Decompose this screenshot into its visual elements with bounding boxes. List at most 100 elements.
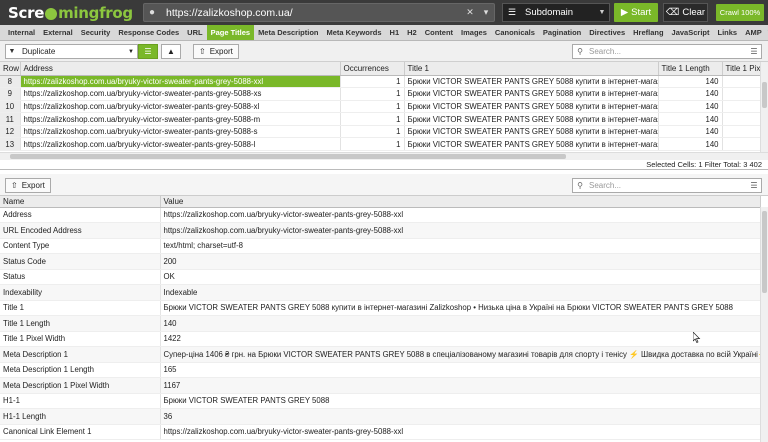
cell-value[interactable]: 165 — [160, 362, 761, 378]
detail-vertical-scrollbar[interactable] — [760, 207, 768, 442]
cell-value[interactable]: 140 — [160, 315, 761, 332]
table-row[interactable]: 9 https://zalizkoshop.com.ua/bryuky-victo… — [0, 87, 761, 101]
grid-horizontal-scrollbar[interactable] — [0, 152, 768, 160]
cell-occurrences[interactable]: 1 — [340, 112, 405, 126]
cell-name[interactable]: Indexability — [0, 284, 161, 301]
tab-h1[interactable]: H1 — [386, 25, 404, 40]
cell-value[interactable]: Брюки VICTOR SWEATER PANTS GREY 5088 — [160, 393, 761, 409]
column-header[interactable]: Name — [0, 196, 161, 208]
table-row[interactable]: Meta Description 1 Pixel Width 1167 — [0, 377, 761, 394]
cell-name[interactable]: H1-1 — [0, 393, 161, 409]
table-row[interactable]: 13 https://zalizkoshop.com.ua/bryuky-vict… — [0, 137, 761, 152]
tab-meta-description[interactable]: Meta Description — [254, 25, 322, 40]
column-header[interactable]: Title 1 — [404, 62, 659, 76]
cell-row[interactable]: 12 — [0, 125, 21, 139]
cell-value[interactable]: text/html; charset=utf-8 — [160, 238, 761, 254]
table-row[interactable]: Address https://zalizkoshop.com.ua/bryuky… — [0, 207, 761, 223]
cell-row[interactable]: 8 — [0, 75, 21, 89]
grid-vertical-scrollbar[interactable] — [760, 62, 768, 152]
column-header[interactable]: Row — [0, 62, 21, 76]
table-row[interactable]: Title 1 Брюки VICTOR SWEATER PANTS GREY 5… — [0, 300, 761, 316]
cell-name[interactable]: Meta Description 1 — [0, 346, 161, 363]
cell-name[interactable]: Meta Description 1 Length — [0, 362, 161, 378]
table-row[interactable]: Meta Description 1 Супер-ціна 1406 ₴ грн.… — [0, 346, 761, 363]
tab-security[interactable]: Security — [77, 25, 115, 40]
table-row[interactable]: 10 https://zalizkoshop.com.ua/bryuky-vict… — [0, 100, 761, 114]
cell-length[interactable]: 140 — [658, 100, 723, 114]
cell-length[interactable]: 140 — [658, 87, 723, 101]
detail-search-box[interactable]: ⚲ Search... ☰ — [572, 178, 762, 193]
tab-javascript[interactable]: JavaScript — [668, 25, 714, 40]
tab-meta-keywords[interactable]: Meta Keywords — [323, 25, 386, 40]
cell-value[interactable]: 1422 — [160, 331, 761, 347]
tab-pagination[interactable]: Pagination — [539, 25, 585, 40]
table-row[interactable]: 12 https://zalizkoshop.com.ua/bryuky-vict… — [0, 125, 761, 139]
table-row[interactable]: Indexability Indexable — [0, 284, 761, 301]
cell-name[interactable]: Status Code — [0, 253, 161, 270]
chevron-down-icon[interactable]: ▾ — [478, 7, 494, 18]
cell-value[interactable]: https://zalizkoshop.com.ua/bryuky-victor… — [160, 424, 761, 440]
url-input[interactable]: https://zalizkoshop.com.ua/ — [160, 7, 462, 19]
column-header[interactable]: Title 1 Length — [658, 62, 723, 76]
cell-value[interactable]: Брюки VICTOR SWEATER PANTS GREY 5088 куп… — [160, 300, 761, 316]
scroll-thumb[interactable] — [762, 211, 767, 293]
clear-url-icon[interactable]: ✕ — [462, 7, 478, 18]
tab-links[interactable]: Links — [714, 25, 742, 40]
cell-name[interactable]: Title 1 Length — [0, 315, 161, 332]
cell-name[interactable]: Title 1 Pixel Width — [0, 331, 161, 347]
detail-export-button[interactable]: ⇧ Export — [5, 178, 51, 193]
cell-title[interactable]: Брюки VICTOR SWEATER PANTS GREY 5088 куп… — [404, 75, 659, 89]
cell-length[interactable]: 140 — [658, 137, 723, 152]
cell-length[interactable]: 140 — [658, 75, 723, 89]
scroll-thumb[interactable] — [10, 154, 566, 159]
cell-title[interactable]: Брюки VICTOR SWEATER PANTS GREY 5088 куп… — [404, 100, 659, 114]
filter-select[interactable]: ▼ Duplicate ▼ — [5, 44, 138, 59]
tab-page-titles[interactable]: Page Titles — [206, 25, 255, 40]
cell-pixel-width[interactable] — [722, 100, 761, 114]
cell-title[interactable]: Брюки VICTOR SWEATER PANTS GREY 5088 куп… — [404, 87, 659, 101]
tab-external[interactable]: External — [39, 25, 77, 40]
cell-pixel-width[interactable] — [722, 75, 761, 89]
table-row[interactable]: Status Code 200 — [0, 253, 761, 270]
cell-row[interactable]: 13 — [0, 137, 21, 152]
column-header[interactable]: Title 1 Pix — [722, 62, 761, 76]
cell-pixel-width[interactable] — [722, 87, 761, 101]
table-row[interactable]: Content Type text/html; charset=utf-8 — [0, 238, 761, 254]
cell-pixel-width[interactable] — [722, 137, 761, 152]
tab-h2[interactable]: H2 — [403, 25, 421, 40]
table-row[interactable]: H1-1 Length 36 — [0, 408, 761, 425]
column-header[interactable]: Address — [20, 62, 341, 76]
tab-canonicals[interactable]: Canonicals — [491, 25, 539, 40]
table-row[interactable]: Canonical Link Element 1 https://zalizkos… — [0, 424, 761, 440]
cell-occurrences[interactable]: 1 — [340, 87, 405, 101]
crawl-mode-select[interactable]: ☰ Subdomain ▼ — [502, 3, 610, 22]
table-row[interactable]: Title 1 Length 140 — [0, 315, 761, 332]
table-row[interactable]: URL Encoded Address https://zalizkoshop.c… — [0, 222, 761, 239]
cell-title[interactable]: Брюки VICTOR SWEATER PANTS GREY 5088 куп… — [404, 137, 659, 152]
tab-content[interactable]: Content — [421, 25, 457, 40]
cell-name[interactable]: Title 1 — [0, 300, 161, 316]
table-row[interactable]: Title 1 Pixel Width 1422 — [0, 331, 761, 347]
cell-value[interactable]: 200 — [160, 253, 761, 270]
tab-url[interactable]: URL — [183, 25, 206, 40]
cell-occurrences[interactable]: 1 — [340, 137, 405, 152]
cell-value[interactable]: OK — [160, 269, 761, 285]
cell-value[interactable]: https://zalizkoshop.com.ua/bryuky-victor… — [160, 222, 761, 239]
cell-occurrences[interactable]: 1 — [340, 75, 405, 89]
tab-response-codes[interactable]: Response Codes — [114, 25, 183, 40]
start-button[interactable]: ▶ Start — [614, 3, 658, 22]
cell-value[interactable]: https://zalizkoshop.com.ua/bryuky-victor… — [160, 207, 761, 223]
filter-settings-icon[interactable]: ☰ — [747, 47, 761, 56]
table-row[interactable]: Meta Description 1 Length 165 — [0, 362, 761, 378]
cell-name[interactable]: Meta Description 1 Pixel Width — [0, 377, 161, 394]
filter-settings-icon[interactable]: ☰ — [747, 181, 761, 190]
cell-address[interactable]: https://zalizkoshop.com.ua/bryuky-victor… — [20, 125, 341, 139]
cell-title[interactable]: Брюки VICTOR SWEATER PANTS GREY 5088 куп… — [404, 125, 659, 139]
tab-directives[interactable]: Directives — [585, 25, 629, 40]
cell-title[interactable]: Брюки VICTOR SWEATER PANTS GREY 5088 куп… — [404, 112, 659, 126]
cell-length[interactable]: 140 — [658, 112, 723, 126]
cell-pixel-width[interactable] — [722, 125, 761, 139]
cell-address[interactable]: https://zalizkoshop.com.ua/bryuky-victor… — [20, 75, 341, 89]
cell-length[interactable]: 140 — [658, 125, 723, 139]
cell-address[interactable]: https://zalizkoshop.com.ua/bryuky-victor… — [20, 137, 341, 152]
